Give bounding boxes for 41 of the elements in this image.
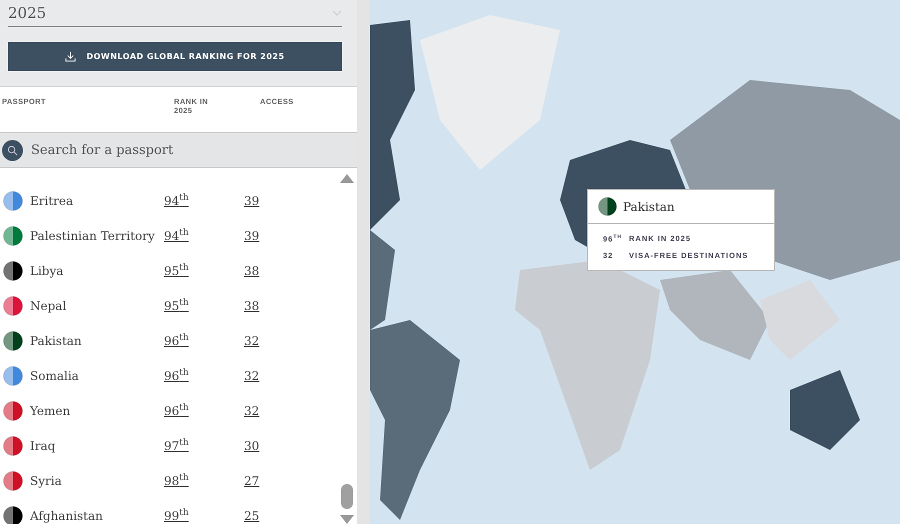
country-name: Iraq [30,438,56,452]
access-link[interactable]: 30 [244,438,260,452]
scroll-up-icon[interactable] [340,174,354,183]
access-link[interactable]: 32 [244,334,260,348]
access-link[interactable]: 25 [244,508,260,522]
search-field[interactable]: Search for a passport [29,142,293,158]
country-name: Eritrea [30,194,74,208]
country-name: Palestinian Territory [30,228,156,242]
rank-link[interactable]: 98$^{th}$ [164,474,189,488]
country-name: Afghanistan [30,508,104,522]
access-link[interactable]: 39 [244,228,260,242]
year-select[interactable]: 2025 [8,0,342,27]
rank-link[interactable]: 96$^{th}$ [164,404,189,418]
access-link[interactable]: 27 [244,474,260,488]
rank-link[interactable]: 94$^{th}$ [164,229,189,243]
download-button[interactable]: DOWNLOAD GLOBAL RANKING FOR 2025 [8,42,342,71]
tooltip-country-name: Pakistan [623,200,675,214]
country-name: Nepal [30,298,68,312]
search-bar[interactable]: Search for a passport [0,132,357,168]
access-link[interactable]: 32 [244,368,260,382]
country-name: Syria [30,474,63,488]
chevron-down-icon [332,10,342,16]
country-name: Pakistan [30,334,83,348]
access-link[interactable]: 38 [244,298,260,312]
access-link[interactable]: 38 [244,264,260,278]
rank-link[interactable]: 95$^{th}$ [164,264,189,278]
country-name: Yemen [30,404,72,418]
access-link[interactable]: 39 [244,194,260,208]
rank-link[interactable]: 95$^{th}$ [164,299,189,313]
download-icon [65,51,76,62]
rank-link[interactable]: 97$^{th}$ [164,439,189,453]
rank-link[interactable]: 96$^{th}$ [164,369,189,383]
scroll-down-icon[interactable] [340,515,354,524]
rank-link[interactable]: 94$^{th}$ [164,194,189,208]
rank-link[interactable]: 99$^{th}$ [164,509,189,523]
scrollbar-thumb[interactable] [341,484,353,509]
access-link[interactable]: 32 [244,404,260,418]
search-icon [7,144,18,156]
country-name: Somalia [30,368,80,382]
country-name: Libya [30,264,64,278]
rank-link[interactable]: 96$^{th}$ [164,334,189,348]
